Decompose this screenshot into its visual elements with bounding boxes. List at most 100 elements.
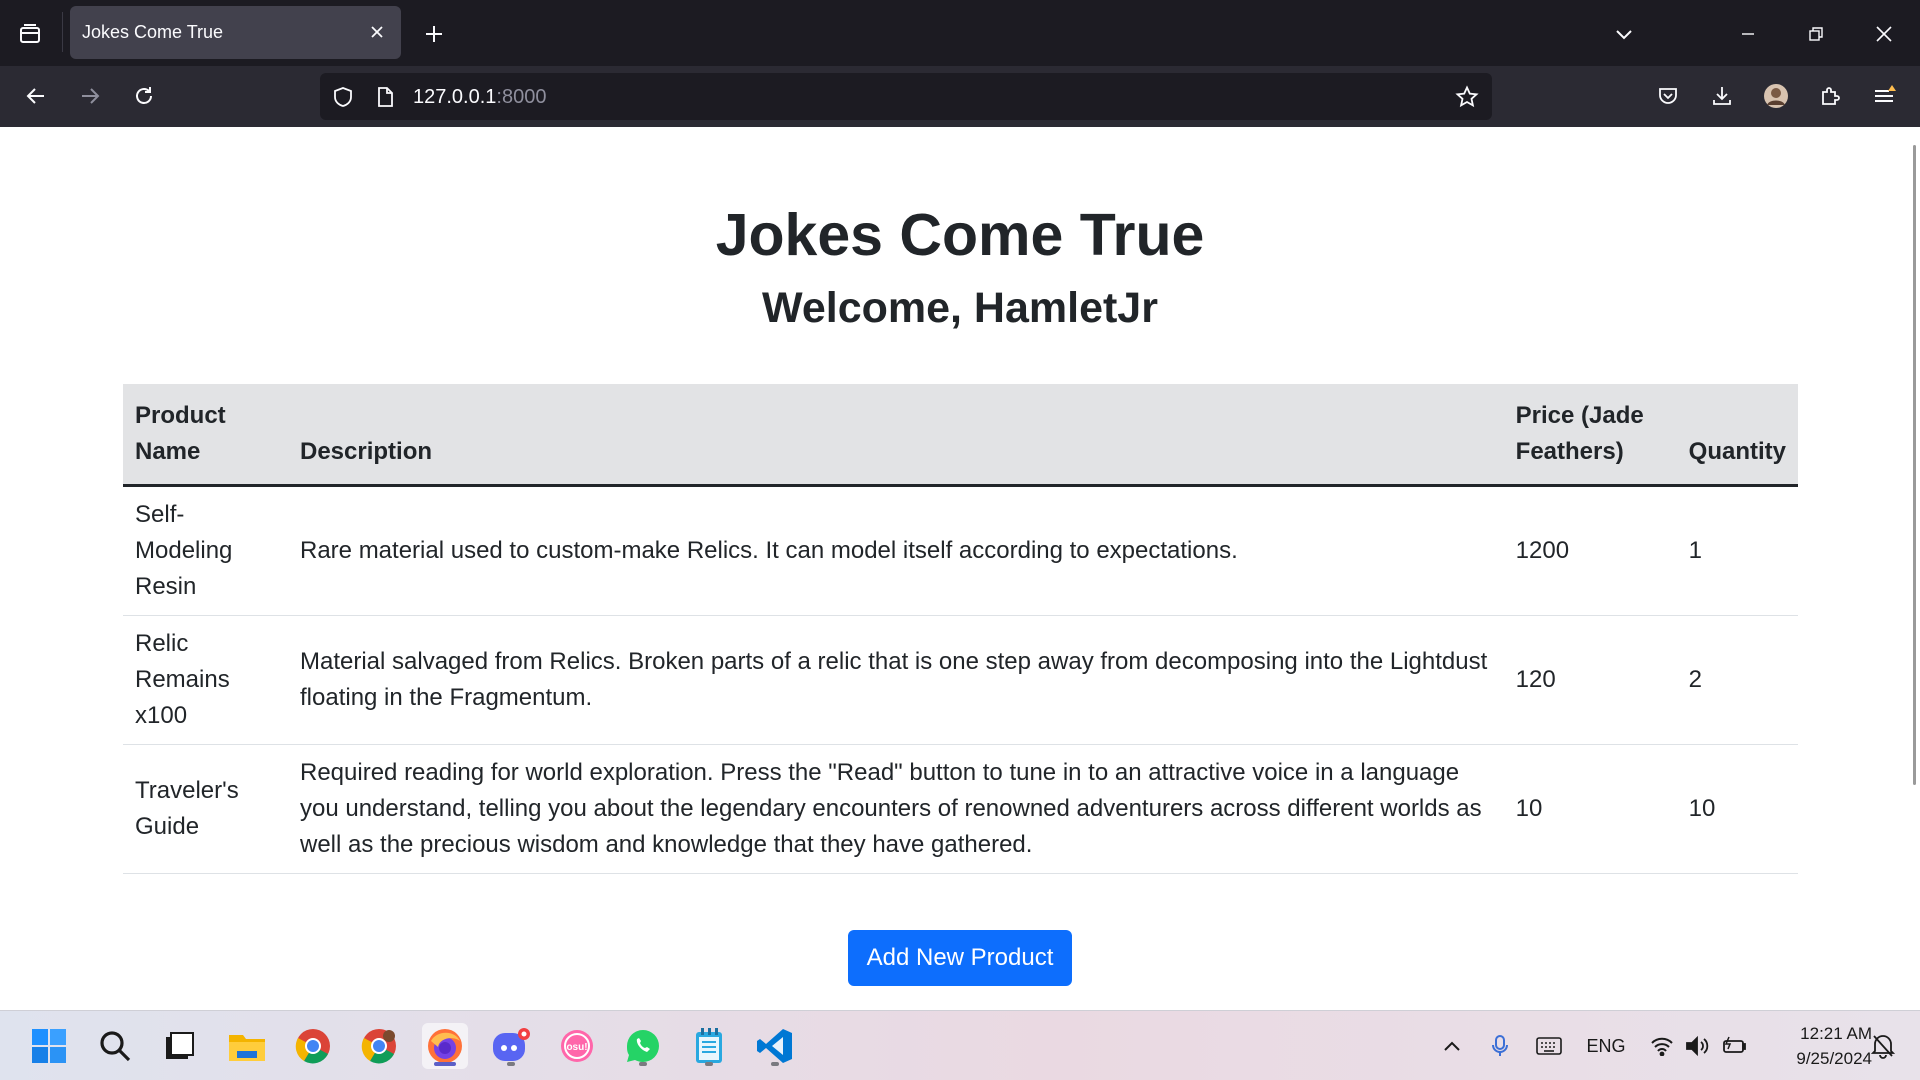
tab-overflow-button[interactable] (1602, 14, 1646, 54)
restore-button[interactable] (1794, 14, 1838, 54)
tracking-protection-button[interactable] (328, 82, 358, 112)
taskbar-firefox[interactable] (422, 1023, 468, 1069)
task-view-button[interactable] (156, 1023, 202, 1069)
running-indicator (434, 1062, 456, 1066)
wifi-status[interactable] (1648, 1031, 1676, 1061)
download-icon (1713, 87, 1731, 105)
osu-icon: osu! (561, 1030, 593, 1062)
reload-button[interactable] (124, 76, 164, 116)
task-view-icon (166, 1032, 194, 1059)
downloads-button[interactable] (1702, 76, 1742, 116)
running-indicator (507, 1062, 515, 1066)
restore-icon (1809, 27, 1823, 41)
taskbar-whatsapp[interactable] (620, 1023, 666, 1069)
taskbar-chrome[interactable] (290, 1023, 336, 1069)
shield-icon (334, 87, 352, 107)
url-host: 127.0.0.1 (413, 86, 497, 108)
new-tab-button[interactable] (414, 14, 454, 54)
arrow-left-icon (26, 88, 44, 104)
forward-button[interactable] (70, 76, 110, 116)
start-button[interactable] (26, 1023, 72, 1069)
url-text[interactable]: 127.0.0.1:8000 (413, 86, 546, 109)
taskbar-chrome-profile[interactable] (356, 1023, 402, 1069)
notepad-icon (696, 1028, 722, 1063)
start-icon (32, 1029, 66, 1063)
hamburger-menu-icon (1875, 85, 1896, 102)
minimize-button[interactable] (1726, 14, 1770, 54)
volume-status[interactable] (1684, 1031, 1712, 1061)
cell-product-name: Self-Modeling Resin (123, 485, 288, 616)
cell-quantity: 10 (1676, 744, 1798, 874)
close-icon (1876, 26, 1892, 42)
taskbar-file-explorer[interactable] (224, 1023, 270, 1069)
pocket-icon (1659, 88, 1677, 104)
taskbar-osu[interactable]: osu! (554, 1023, 600, 1069)
wifi-icon (1651, 1037, 1673, 1056)
cell-product-name: Relic Remains x100 (123, 615, 288, 745)
touch-keyboard-button[interactable] (1534, 1031, 1564, 1061)
product-table: Product Name Description Price (Jade Feath… (123, 384, 1798, 874)
chrome-icon (295, 1029, 330, 1064)
header-price-line1: Price (Jade (1515, 402, 1644, 429)
list-all-tabs-button[interactable] (10, 14, 50, 54)
chrome-alt-icon (361, 1029, 396, 1064)
tab-close-button[interactable] (363, 18, 391, 46)
header-price-line2: Feathers) (1515, 438, 1624, 465)
battery-charging-icon (1723, 1036, 1746, 1053)
minimize-icon (1742, 33, 1754, 35)
cell-description: Required reading for world exploration. … (288, 744, 1504, 874)
cell-quantity: 2 (1676, 615, 1798, 745)
firefox-icon (428, 1029, 462, 1063)
browser-nav-bar: 127.0.0.1:8000 (0, 66, 1920, 127)
back-button[interactable] (16, 76, 56, 116)
tab-list-icon (20, 24, 40, 43)
app-menu-button[interactable] (1864, 76, 1904, 116)
notification-center-button[interactable] (1868, 1031, 1898, 1061)
add-new-product-button[interactable]: Add New Product (848, 930, 1072, 986)
page-title: Jokes Come True (715, 202, 1205, 268)
cell-price: 10 (1503, 744, 1677, 874)
page-icon (378, 87, 393, 107)
battery-status[interactable] (1720, 1031, 1748, 1061)
site-info-button[interactable] (370, 82, 400, 112)
taskbar-clock[interactable]: 12:21 AM 9/25/2024 (1762, 1021, 1872, 1071)
taskbar-discord[interactable] (488, 1023, 534, 1069)
header-product-name-line2: Name (135, 438, 201, 465)
puzzle-icon (1822, 87, 1840, 105)
taskbar-notepad[interactable] (686, 1023, 732, 1069)
cell-product-name: Traveler's Guide (123, 744, 288, 874)
close-window-button[interactable] (1862, 14, 1906, 54)
whatsapp-icon (627, 1030, 659, 1062)
running-indicator (771, 1062, 779, 1066)
windows-taskbar: osu! ENG 12:21 AM 9/25/2024 (0, 1010, 1920, 1080)
header-product-name-line1: Product (135, 402, 226, 429)
welcome-heading: Welcome, HamletJr (762, 284, 1158, 332)
star-icon (1455, 85, 1479, 108)
cell-description: Rare material used to custom-make Relics… (288, 485, 1504, 616)
plus-icon (426, 26, 442, 42)
browser-tab-active[interactable]: Jokes Come True (70, 6, 401, 59)
table-row: Relic Remains x100 Material salvaged fro… (123, 615, 1798, 745)
page-scrollbar[interactable] (1913, 145, 1916, 785)
tab-title: Jokes Come True (82, 22, 224, 42)
show-hidden-icons-button[interactable] (1440, 1031, 1464, 1061)
language-indicator[interactable]: ENG (1584, 1031, 1628, 1061)
keyboard-icon (1536, 1037, 1562, 1055)
microphone-status[interactable] (1488, 1031, 1512, 1061)
close-icon (371, 26, 383, 38)
browser-tab-bar: Jokes Come True (0, 0, 1920, 66)
header-product-name: Product Name (123, 384, 288, 487)
address-bar[interactable]: 127.0.0.1:8000 (320, 73, 1492, 120)
search-button[interactable] (92, 1023, 138, 1069)
vscode-icon (757, 1029, 792, 1063)
pocket-button[interactable] (1648, 76, 1688, 116)
account-button[interactable] (1756, 76, 1796, 116)
header-quantity: Quantity (1676, 384, 1798, 487)
bookmark-button[interactable] (1452, 82, 1482, 112)
cell-price: 120 (1503, 615, 1677, 745)
running-indicator (639, 1062, 647, 1066)
extensions-button[interactable] (1810, 76, 1850, 116)
running-indicator (705, 1062, 713, 1066)
taskbar-vscode[interactable] (752, 1023, 798, 1069)
notification-bell-icon (1871, 1035, 1895, 1059)
